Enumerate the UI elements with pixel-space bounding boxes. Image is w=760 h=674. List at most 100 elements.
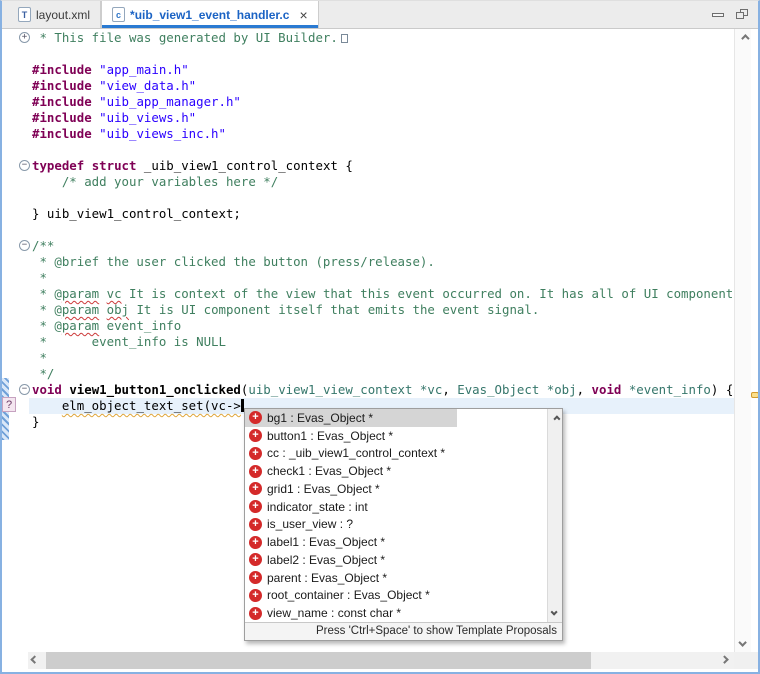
autocomplete-item[interactable]: + label2 : Evas_Object * (245, 551, 562, 569)
autocomplete-item-label: label2 : Evas_Object * (267, 553, 385, 567)
autocomplete-item-label: bg1 : Evas_Object * (267, 411, 373, 425)
code-line[interactable] (32, 190, 734, 206)
chevron-down-icon (738, 638, 746, 646)
autocomplete-item[interactable]: + root_container : Evas_Object * (245, 587, 562, 605)
popup-scrollbar[interactable] (547, 409, 562, 622)
code-line[interactable]: * @param vc It is context of the view th… (32, 286, 734, 302)
code-editor[interactable]: * This file was generated by UI Builder.… (32, 30, 734, 430)
field-icon: + (249, 518, 262, 531)
vertical-scrollbar[interactable] (734, 29, 751, 652)
fold-expand-icon[interactable]: + (19, 32, 30, 43)
autocomplete-item-label: button1 : Evas_Object * (267, 429, 393, 443)
scroll-up-button[interactable] (735, 29, 752, 45)
fold-collapse-icon[interactable]: − (19, 160, 30, 171)
minimize-icon[interactable] (712, 13, 724, 17)
horizontal-scrollbar[interactable] (28, 652, 734, 669)
scroll-down-button[interactable] (735, 636, 752, 652)
chevron-right-icon (720, 655, 728, 663)
code-line[interactable]: #include "app_main.h" (32, 62, 734, 78)
autocomplete-item[interactable]: + indicator_state : int (245, 498, 562, 516)
code-line[interactable]: /* add your variables here */ (32, 174, 734, 190)
autocomplete-item[interactable]: + bg1 : Evas_Object * (245, 409, 562, 427)
code-line[interactable] (32, 46, 734, 62)
code-line[interactable]: } uib_view1_control_context; (32, 206, 734, 222)
restore-icon[interactable] (736, 9, 748, 20)
chevron-up-icon (741, 34, 749, 42)
autocomplete-item[interactable]: + label1 : Evas_Object * (245, 533, 562, 551)
autocomplete-list: + bg1 : Evas_Object * + button1 : Evas_Obje… (245, 409, 562, 622)
autocomplete-item[interactable]: + view_name : const char * (245, 604, 562, 622)
code-line[interactable]: #include "uib_views.h" (32, 110, 734, 126)
tab-close-icon[interactable]: × (299, 8, 307, 22)
scrollbar-corner (734, 652, 758, 669)
tab-bar: Tlayout.xml c *uib_view1_event_handler.c × (2, 1, 758, 29)
autocomplete-item-label: cc : _uib_view1_control_context * (267, 446, 445, 460)
autocomplete-item-label: check1 : Evas_Object * (267, 464, 391, 478)
autocomplete-item-label: is_user_view : ? (267, 517, 353, 531)
autocomplete-item-label: view_name : const char * (267, 606, 401, 620)
chevron-left-icon (30, 655, 38, 663)
autocomplete-item[interactable]: + parent : Evas_Object * (245, 569, 562, 587)
popup-scroll-down-button[interactable] (548, 606, 562, 621)
scroll-right-button[interactable] (718, 652, 734, 669)
autocomplete-item-label: parent : Evas_Object * (267, 571, 387, 585)
field-icon: + (249, 589, 262, 602)
autocomplete-popup: + bg1 : Evas_Object * + button1 : Evas_Obje… (244, 408, 563, 641)
code-line[interactable]: * (32, 270, 734, 286)
field-icon: + (249, 465, 262, 478)
code-line[interactable] (32, 222, 734, 238)
field-icon: + (249, 429, 262, 442)
popup-scroll-up-button[interactable] (548, 410, 562, 425)
code-line[interactable]: #include "view_data.h" (32, 78, 734, 94)
autocomplete-item[interactable]: + cc : _uib_view1_control_context * (245, 445, 562, 463)
code-line[interactable]: #include "uib_views_inc.h" (32, 126, 734, 142)
fold-ruler: + − − − (17, 29, 32, 672)
file-type-icon: T (18, 7, 31, 22)
code-line[interactable] (32, 142, 734, 158)
field-icon: + (249, 553, 262, 566)
tab-label: *uib_view1_event_handler.c (130, 8, 289, 22)
code-line[interactable]: * @param obj It is UI component itself t… (32, 302, 734, 318)
code-line[interactable]: * @brief the user clicked the button (pr… (32, 254, 734, 270)
view-controls (712, 1, 758, 28)
autocomplete-item[interactable]: + is_user_view : ? (245, 516, 562, 534)
autocomplete-item[interactable]: + check1 : Evas_Object * (245, 462, 562, 480)
autocomplete-item-label: indicator_state : int (267, 500, 368, 514)
code-line[interactable]: /** (32, 238, 734, 254)
file-type-icon: c (112, 7, 125, 22)
code-line[interactable]: */ (32, 366, 734, 382)
warning-marker[interactable] (751, 392, 758, 398)
autocomplete-item[interactable]: +grid1 : Evas_Object * (245, 480, 562, 498)
tab-label: layout.xml (36, 8, 90, 22)
chevron-down-icon (550, 609, 557, 616)
field-icon: + (249, 571, 262, 584)
tab-layout-xml[interactable]: Tlayout.xml (8, 1, 101, 28)
fold-collapse-icon[interactable]: − (19, 384, 30, 395)
code-line[interactable]: * event_info is NULL (32, 334, 734, 350)
fold-collapse-icon[interactable]: − (19, 240, 30, 251)
field-icon: + (249, 607, 262, 620)
tab--uib-view1-event-handler-c[interactable]: c *uib_view1_event_handler.c × (101, 1, 319, 28)
field-icon: + (249, 411, 262, 424)
code-line[interactable]: * This file was generated by UI Builder. (32, 30, 734, 46)
editor-body: ? + − − − * This file was generated by UI B… (2, 29, 758, 672)
code-line[interactable]: typedef struct _uib_view1_control_contex… (32, 158, 734, 174)
chevron-up-icon (553, 415, 560, 422)
field-icon: + (249, 482, 262, 495)
code-line[interactable]: void view1_button1_onclicked(uib_view1_v… (32, 382, 734, 398)
code-line[interactable]: * (32, 350, 734, 366)
scroll-left-button[interactable] (28, 652, 44, 669)
autocomplete-item-label: label1 : Evas_Object * (267, 535, 385, 549)
horizontal-scrollbar-thumb[interactable] (46, 652, 591, 669)
field-icon: + (249, 447, 262, 460)
code-line[interactable]: * @param event_info (32, 318, 734, 334)
field-icon: + (249, 536, 262, 549)
autocomplete-item[interactable]: + button1 : Evas_Object * (245, 427, 562, 445)
tab-strip: Tlayout.xml c *uib_view1_event_handler.c × (8, 1, 319, 28)
editor-window: Tlayout.xmlc*uib_view1_event_handler.c× … (0, 0, 760, 674)
code-line[interactable]: #include "uib_app_manager.h" (32, 94, 734, 110)
collapsed-region-icon[interactable] (341, 34, 348, 43)
autocomplete-item-label: root_container : Evas_Object * (267, 588, 430, 602)
field-icon: + (249, 500, 262, 513)
help-marker[interactable]: ? (2, 397, 16, 412)
